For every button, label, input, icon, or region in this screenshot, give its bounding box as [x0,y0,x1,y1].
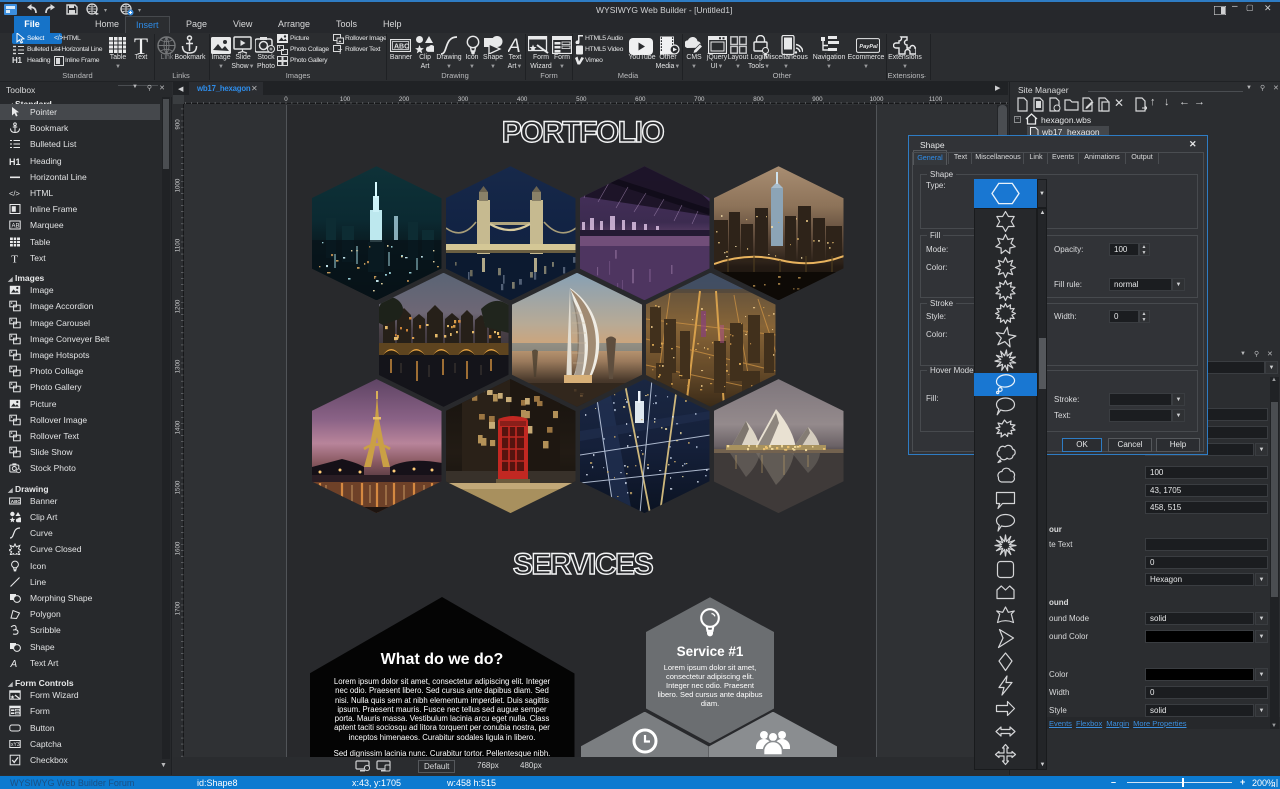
svg-text:A: A [508,36,521,54]
svg-text:xY3: xY3 [11,742,20,748]
svg-text:</>: </> [9,189,20,198]
svg-text:ABC: ABC [11,499,21,504]
svg-text:T: T [11,254,18,265]
svg-text:PayPal: PayPal [859,44,878,50]
svg-text:ABC: ABC [394,44,409,51]
svg-text:T: T [338,49,343,55]
svg-text:A: A [10,659,18,669]
svg-text:AB: AB [12,224,20,230]
svg-text:H1: H1 [9,157,21,167]
